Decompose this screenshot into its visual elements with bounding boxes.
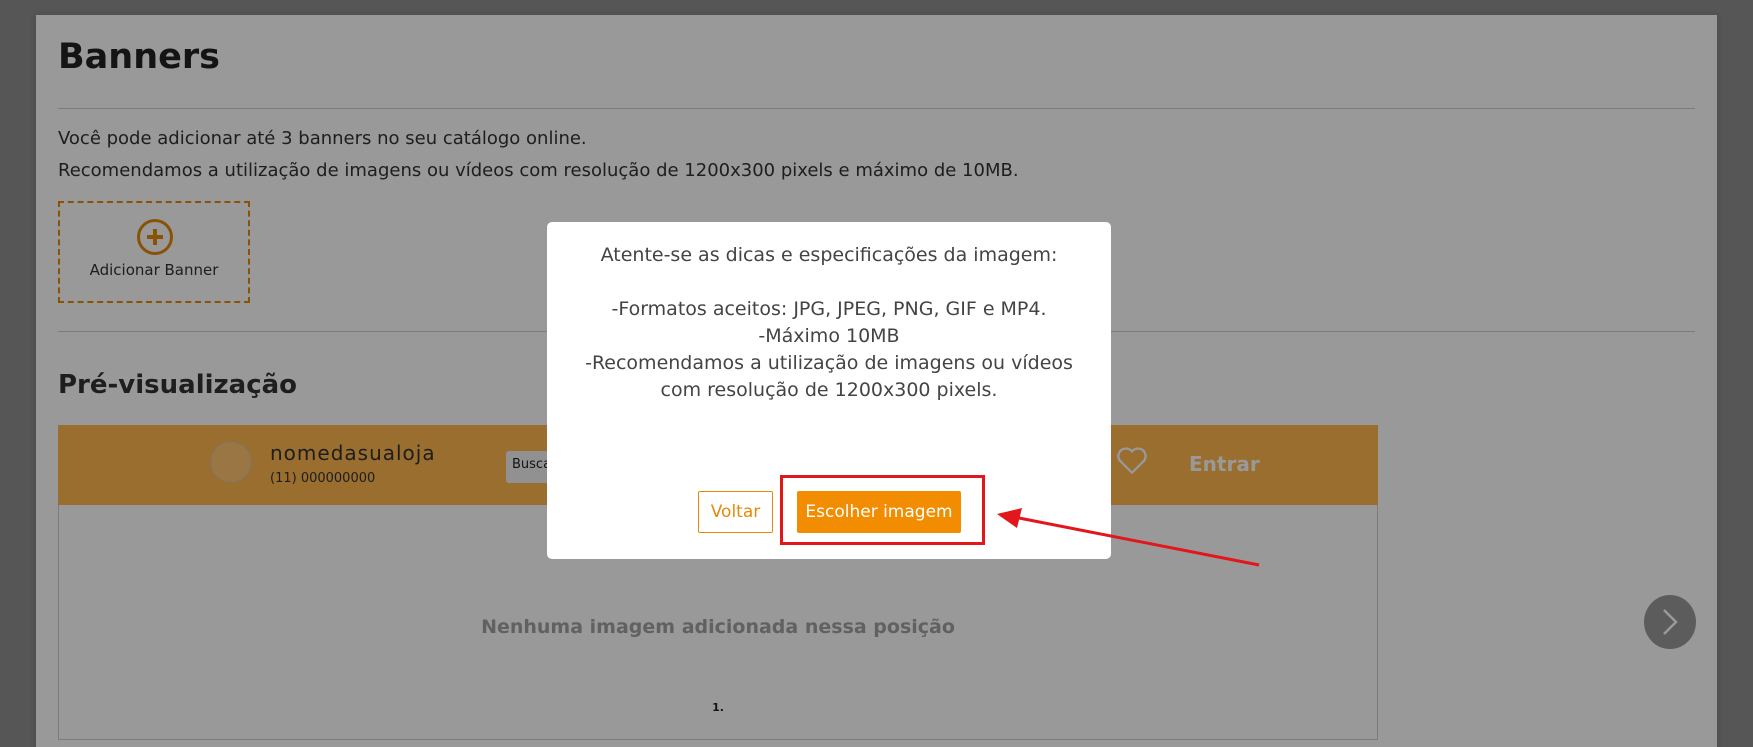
spec-max-size: -Máximo 10MB [758, 325, 900, 347]
spec-formats: -Formatos aceitos: JPG, JPEG, PNG, GIF e… [611, 298, 1047, 320]
annotation-arrow-icon [997, 508, 1260, 567]
spec-recommendation: -Recomendamos a utilização de imagens ou… [585, 352, 1073, 401]
dialog-heading: Atente-se as dicas e especificações da i… [600, 244, 1058, 266]
back-button[interactable]: Voltar [698, 491, 773, 533]
annotation-highlight-box [780, 475, 985, 545]
